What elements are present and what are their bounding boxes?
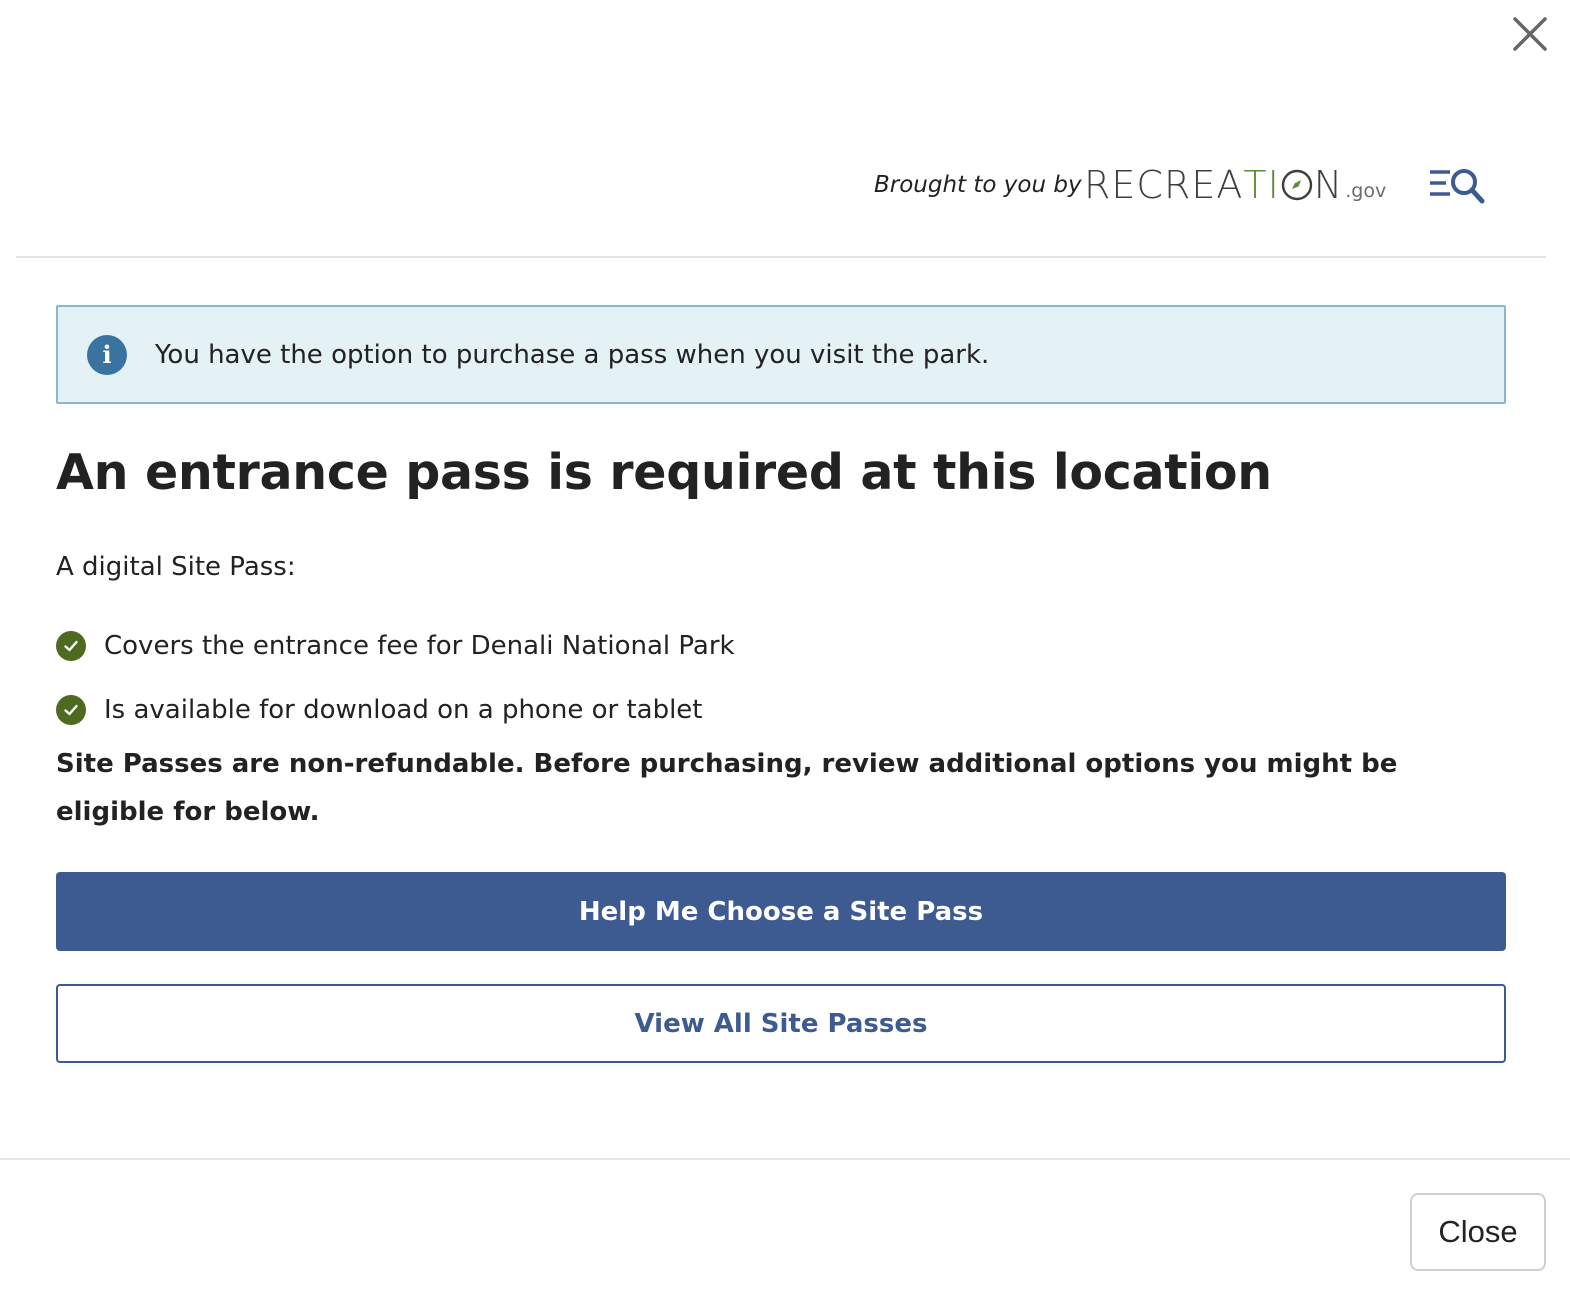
check-circle-icon: [56, 631, 86, 661]
view-all-site-passes-button[interactable]: View All Site Passes: [56, 984, 1506, 1063]
logo-word-start: RECREA: [1084, 163, 1244, 207]
close-button[interactable]: Close: [1410, 1193, 1546, 1271]
brand-bar: Brought to you by RECREA TI N .gov: [16, 140, 1546, 258]
list-item: Covers the entrance fee for Denali Natio…: [56, 614, 735, 678]
help-me-choose-button[interactable]: Help Me Choose a Site Pass: [56, 872, 1506, 951]
non-refundable-note: Site Passes are non-refundable. Before p…: [56, 749, 1398, 827]
logo-word-mid: TI: [1243, 163, 1280, 207]
recreation-gov-logo[interactable]: RECREA TI N .gov: [1084, 154, 1386, 204]
feature-text: Covers the entrance fee for Denali Natio…: [104, 631, 735, 661]
info-message: You have the option to purchase a pass w…: [155, 339, 990, 370]
close-icon: [1513, 17, 1547, 51]
menu-search-icon: [1430, 169, 1485, 204]
brought-to-you-text: Brought to you by: [874, 172, 1082, 198]
compass-o-icon: [1281, 169, 1312, 201]
list-item: Is available for download on a phone or …: [56, 678, 735, 742]
feature-text: Is available for download on a phone or …: [104, 695, 703, 725]
check-circle-icon: [56, 695, 86, 725]
footer-divider: [0, 1158, 1570, 1160]
menu-search-button[interactable]: [1428, 166, 1490, 206]
feature-list: Covers the entrance fee for Denali Natio…: [56, 614, 735, 742]
intro-text: A digital Site Pass:: [56, 552, 296, 582]
info-alert: i You have the option to purchase a pass…: [56, 305, 1506, 404]
info-icon: i: [87, 334, 127, 375]
site-pass-modal: Brought to you by RECREA TI N .gov i You…: [0, 0, 1570, 1294]
close-x-button[interactable]: [1508, 12, 1552, 56]
logo-word-end: N: [1313, 163, 1344, 207]
logo-gov-suffix: .gov: [1345, 180, 1387, 202]
page-title: An entrance pass is required at this loc…: [56, 444, 1272, 501]
